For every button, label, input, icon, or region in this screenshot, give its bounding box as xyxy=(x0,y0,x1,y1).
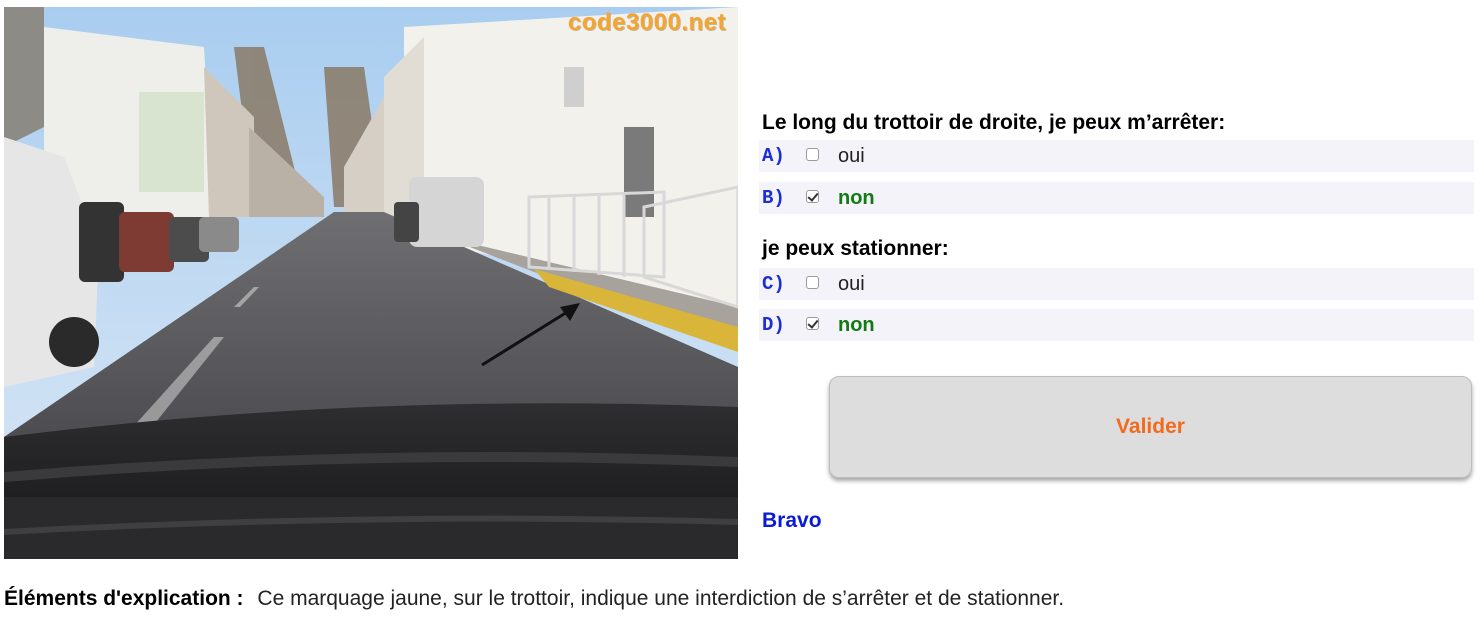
answer-a-letter: A) xyxy=(762,145,785,167)
explanation-text: Ce marquage jaune, sur le trottoir, indi… xyxy=(257,587,1065,610)
answer-a-label: oui xyxy=(838,144,865,167)
answer-d-row[interactable]: D) non xyxy=(759,309,1474,341)
validate-button[interactable]: Valider xyxy=(829,376,1472,478)
answer-b-letter: B) xyxy=(762,187,785,209)
result-message: Bravo xyxy=(762,509,822,532)
question-1-title: Le long du trottoir de droite, je peux m… xyxy=(762,111,1226,134)
answer-b-checkbox[interactable] xyxy=(806,190,819,203)
answer-b-label: non xyxy=(838,186,875,209)
watermark: code3000.net xyxy=(567,9,726,36)
question-2-title: je peux stationner: xyxy=(762,237,949,260)
answer-c-row[interactable]: C) oui xyxy=(759,268,1474,300)
answer-d-letter: D) xyxy=(762,314,785,336)
answer-d-label: non xyxy=(838,313,875,336)
question-photo: code3000.net xyxy=(4,7,738,559)
explanation-label: Éléments d'explication : xyxy=(4,587,244,610)
answer-b-row[interactable]: B) non xyxy=(759,182,1474,214)
answer-d-checkbox[interactable] xyxy=(806,317,819,330)
explanation: Éléments d'explication : Ce marquage jau… xyxy=(4,587,1064,611)
answer-c-checkbox[interactable] xyxy=(806,276,819,289)
answer-c-label: oui xyxy=(838,272,865,295)
answer-a-row[interactable]: A) oui xyxy=(759,140,1474,172)
answer-a-checkbox[interactable] xyxy=(806,148,819,161)
answer-c-letter: C) xyxy=(762,273,785,295)
road-scene-image xyxy=(4,7,738,559)
